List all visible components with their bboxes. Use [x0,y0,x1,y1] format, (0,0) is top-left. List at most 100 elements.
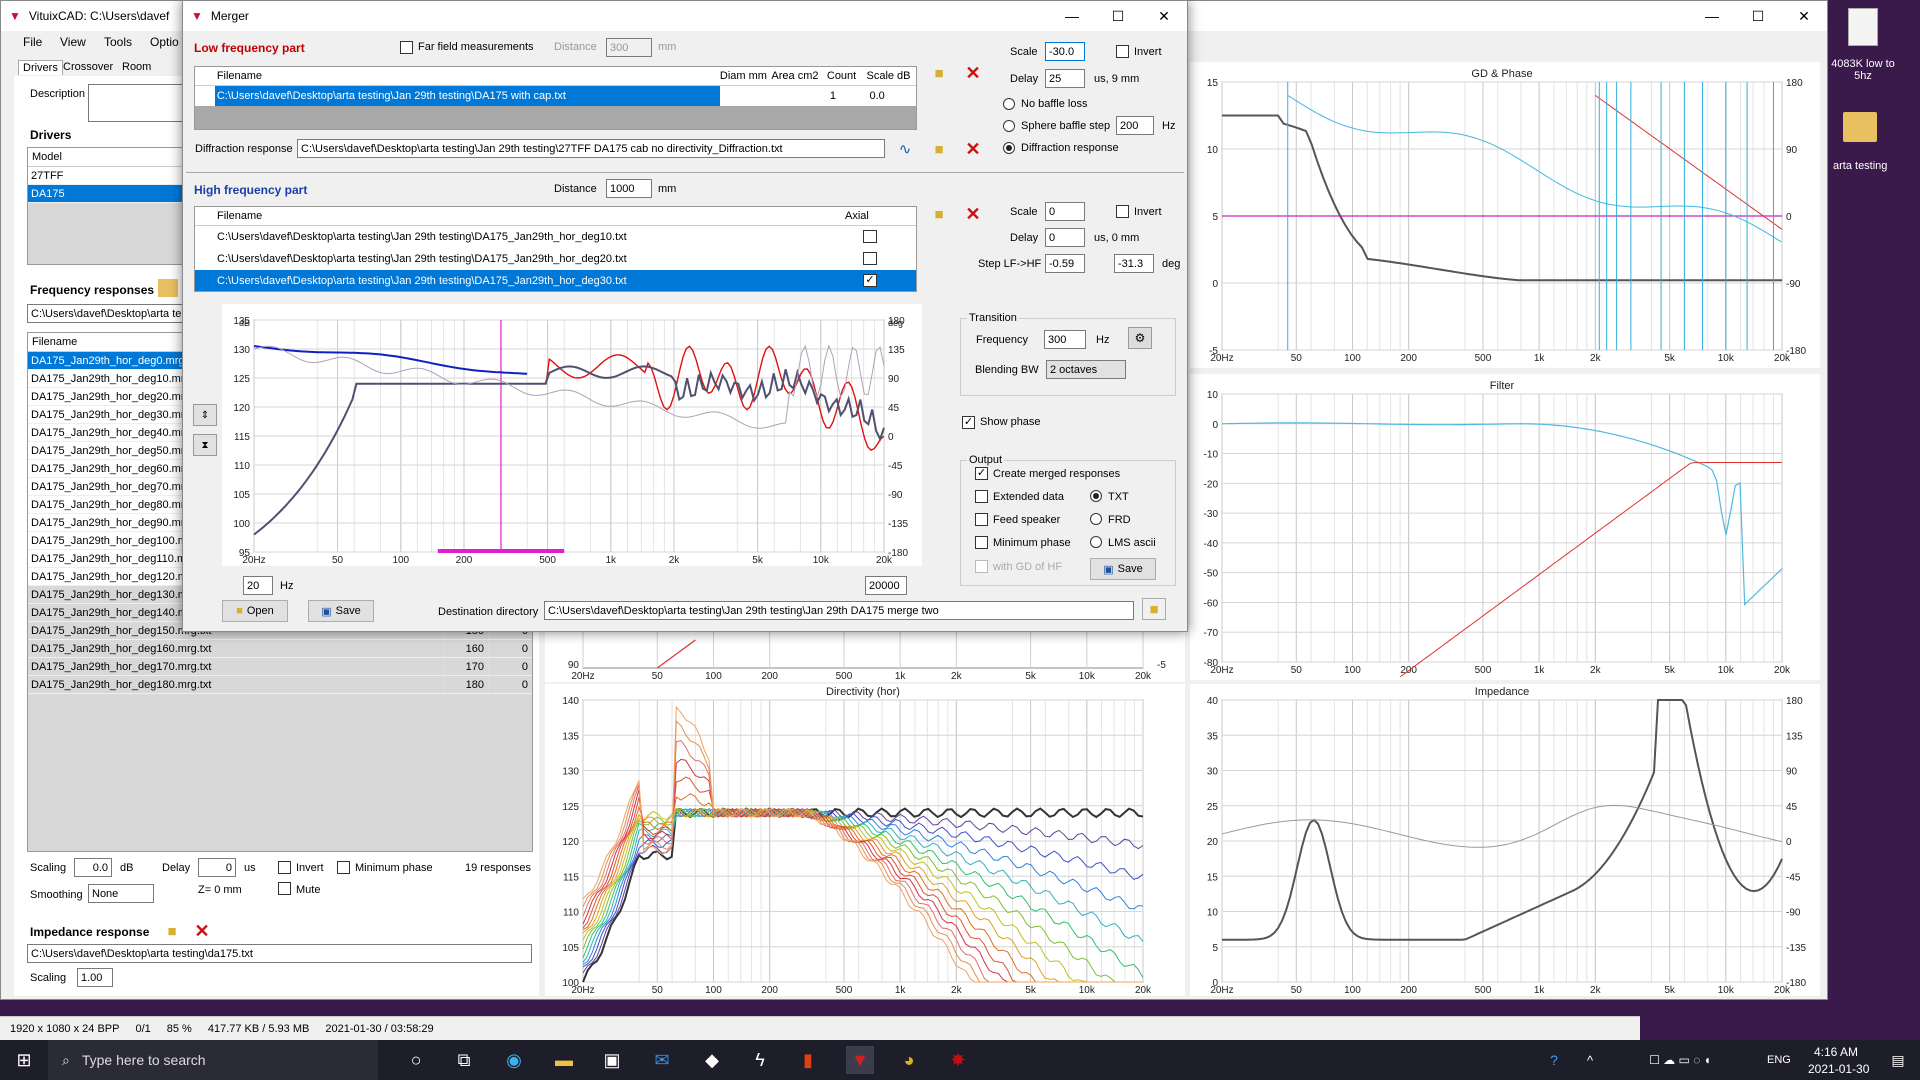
minphase-checkbox[interactable] [337,861,350,874]
app-bolt-icon[interactable]: ϟ [746,1046,774,1074]
open-folder-icon[interactable]: ■ [927,138,951,160]
open-folder-icon[interactable]: ■ [160,920,184,942]
lf-scale-cell[interactable]: 0.0 [866,86,916,106]
axial-checkbox[interactable] [863,252,877,265]
open-folder-icon[interactable]: ■ [927,62,951,84]
lf-file-table[interactable]: Filename Diam mm Area cm2 Count Scale dB… [194,66,917,130]
close-icon[interactable]: ✕ [1141,1,1187,31]
mail-icon[interactable]: ✉ [648,1046,676,1074]
task-view-icon[interactable]: ⧉ [450,1046,478,1074]
menu-tools[interactable]: Tools [104,35,132,49]
no-baffle-radio[interactable] [1003,98,1015,110]
clock-date[interactable]: 2021-01-30 [1808,1062,1869,1076]
save-button[interactable]: ▣ Save [308,600,374,622]
table-row[interactable]: DA175_Jan29th_hor_deg160.mrg.txt 160 0 [28,640,532,658]
axial-checkbox[interactable]: ✓ [863,274,877,287]
vituixcad-taskbar-icon[interactable]: ▼ [846,1046,874,1074]
lf-count-cell[interactable]: 1 [827,86,867,106]
frd-radio[interactable] [1090,513,1102,525]
create-merged-checkbox[interactable]: ✓ [975,467,988,480]
hf-delay-field[interactable]: 0 [1045,228,1085,247]
tab-crossover[interactable]: Crossover [63,61,113,73]
diffraction-radio[interactable] [1003,142,1015,154]
delete-icon[interactable]: ✕ [961,138,985,160]
hf-distance-field[interactable]: 1000 [606,179,652,198]
hf-col-filename[interactable]: Filename [215,207,845,225]
lf-col-scale[interactable]: Scale dB [866,67,916,85]
hf-file-row[interactable]: C:\Users\davef\Desktop\arta testing\Jan … [195,270,916,291]
tab-drivers[interactable]: Drivers [18,60,63,75]
table-row[interactable]: DA175_Jan29th_hor_deg180.mrg.txt 180 0 [28,676,532,694]
tab-room[interactable]: Room [122,61,151,73]
chrome-icon[interactable]: ◕ [895,1046,923,1074]
model-column-header[interactable]: Model [28,148,182,167]
diffraction-path-field[interactable]: C:\Users\davef\Desktop\arta testing\Jan … [297,139,885,158]
axial-checkbox[interactable] [863,230,877,243]
dropbox-icon[interactable]: ◆ [698,1046,726,1074]
open-folder-icon[interactable] [158,279,178,297]
app-red-icon[interactable]: ✸ [944,1046,972,1074]
hf-invert-checkbox[interactable] [1116,205,1129,218]
driver-row[interactable]: 27TFF [28,167,182,185]
imp-scaling-field[interactable]: 1.00 [77,968,113,987]
lms-radio[interactable] [1090,536,1102,548]
destination-field[interactable]: C:\Users\davef\Desktop\arta testing\Jan … [544,601,1134,620]
auto-tune-icon[interactable]: ⚙ [1128,327,1152,349]
menu-file[interactable]: File [23,35,42,49]
mute-checkbox[interactable] [278,882,291,895]
cortana-icon[interactable]: ○ [402,1046,430,1074]
open-folder-icon[interactable]: ■ [1142,598,1166,620]
sphere-radio[interactable] [1003,120,1015,132]
taskbar-search[interactable]: ⌕ Type here to search [48,1040,378,1080]
lf-distance-field[interactable]: 300 [606,38,652,57]
feed-speaker-checkbox[interactable] [975,513,988,526]
help-icon[interactable]: ? [1540,1046,1568,1074]
maximize-icon[interactable]: ☐ [1095,1,1141,31]
lf-area-cell[interactable] [771,86,826,106]
hf-file-table[interactable]: Filename Axial C:\Users\davef\Desktop\ar… [194,206,917,292]
minimize-icon[interactable]: — [1689,1,1735,31]
show-phase-checkbox[interactable]: ✓ [962,416,975,429]
edge-icon[interactable]: ◉ [500,1046,528,1074]
minimize-icon[interactable]: — [1049,1,1095,31]
desktop-file-icon[interactable] [1848,8,1878,46]
invert-checkbox[interactable] [278,861,291,874]
notification-icon[interactable]: ▤ [1884,1046,1912,1074]
driver-row-selected[interactable]: DA175 [28,185,182,203]
minimum-phase-checkbox[interactable] [975,536,988,549]
file-explorer-icon[interactable]: ▬ [550,1046,578,1074]
fmin-field[interactable]: 20 [243,576,273,595]
lf-invert-checkbox[interactable] [1116,45,1129,58]
menu-view[interactable]: View [60,35,86,49]
sphere-field[interactable]: 200 [1116,116,1154,135]
freq-path-field[interactable]: C:\Users\davef\Desktop\arta te [27,304,183,323]
hf-file-row[interactable]: C:\Users\davef\Desktop\arta testing\Jan … [195,226,916,248]
lf-delay-field[interactable]: 25 [1045,69,1085,88]
clock-time[interactable]: 4:16 AM [1814,1045,1858,1059]
hf-scale-field[interactable]: 0 [1045,202,1085,221]
lf-col-area[interactable]: Area cm2 [771,67,826,85]
open-button[interactable]: ■ Open [222,600,288,622]
delay-field[interactable]: 0 [198,858,236,877]
extended-checkbox[interactable] [975,490,988,503]
scroll-updown-icon[interactable]: ⇕ [193,404,217,426]
txt-radio[interactable] [1090,490,1102,502]
fmax-field[interactable]: 20000 [865,576,907,595]
output-save-button[interactable]: ▣ Save [1090,558,1156,580]
office-icon[interactable]: ▮ [794,1046,822,1074]
curve-icon[interactable]: ∿ [893,138,917,160]
frequency-field[interactable]: 300 [1044,330,1086,349]
lf-col-count[interactable]: Count [827,67,867,85]
close-icon[interactable]: ✕ [1781,1,1827,31]
blending-select[interactable]: 2 octaves [1046,360,1126,379]
tray-chevron-icon[interactable]: ^ [1576,1046,1604,1074]
hf-file-row[interactable]: C:\Users\davef\Desktop\arta testing\Jan … [195,248,916,270]
table-row[interactable]: DA175_Jan29th_hor_deg170.mrg.txt 170 0 [28,658,532,676]
desktop-folder-icon[interactable] [1843,112,1877,142]
start-icon[interactable]: ⊞ [10,1046,38,1074]
menu-options[interactable]: Optio [150,35,179,49]
zoom-fit-icon[interactable]: ⧗ [193,434,217,456]
maximize-icon[interactable]: ☐ [1735,1,1781,31]
lf-file-cell[interactable]: C:\Users\davef\Desktop\arta testing\Jan … [214,86,720,106]
description-field[interactable] [88,84,183,122]
